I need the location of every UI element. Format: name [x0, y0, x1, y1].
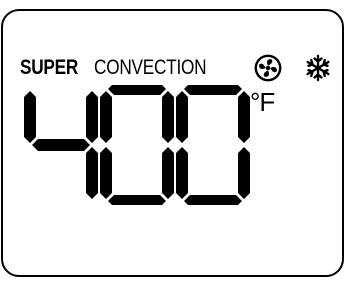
temperature-unit: °F — [250, 87, 275, 117]
digit-1-segment-f — [24, 91, 36, 143]
digit-3-segment-b — [238, 91, 250, 143]
snowflake-icon — [306, 54, 330, 82]
digit-3-segment-a — [184, 85, 242, 95]
digit-1-segment-c — [86, 147, 98, 199]
digit-2-segment-d — [108, 195, 166, 205]
fan-icon — [254, 54, 282, 82]
digit-1-segment-g — [32, 139, 90, 151]
digit-2-segment-b — [162, 91, 174, 143]
digit-2-segment-a — [108, 85, 166, 95]
digit-3-segment-d — [184, 195, 242, 205]
digit-3-segment-f — [176, 91, 188, 143]
mode-super-label: SUPER — [20, 56, 79, 79]
digit-2-segment-e — [100, 147, 112, 199]
digit-3-segment-e — [176, 147, 188, 199]
digit-1-segment-b — [86, 91, 98, 143]
digit-2-segment-c — [162, 147, 174, 199]
digit-3-segment-c — [238, 147, 250, 199]
digit-2-segment-f — [100, 91, 112, 143]
mode-convection-label: CONVECTION — [94, 56, 207, 79]
temperature-readout — [24, 85, 250, 205]
mode-label: SUPER CONVECTION — [20, 51, 230, 85]
